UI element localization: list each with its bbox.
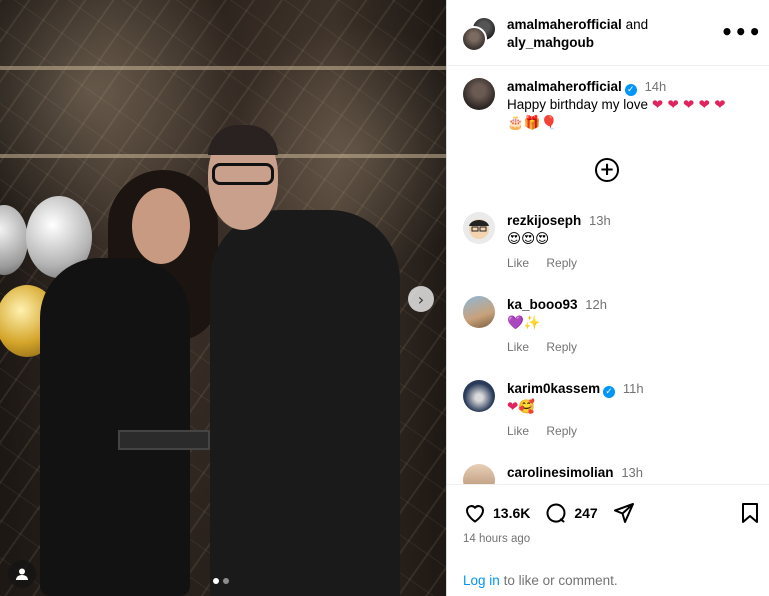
hearts-emoji: ❤ ❤ ❤ ❤ ❤	[651, 97, 726, 113]
comment-time[interactable]: 12h	[585, 297, 607, 312]
comment-username[interactable]: rezkijoseph	[507, 213, 581, 228]
avatar[interactable]	[463, 78, 495, 110]
avatar[interactable]	[463, 212, 495, 244]
next-photo-button[interactable]: ›	[408, 286, 434, 312]
comment-text: 💜✨	[507, 315, 541, 331]
shelf	[0, 66, 446, 70]
glasses	[212, 163, 274, 185]
post-photo[interactable]: ›	[0, 0, 446, 596]
share-icon[interactable]	[612, 501, 636, 525]
post-actions-bar: 13.6K 247 14 hours ago Log in to like or…	[447, 484, 769, 596]
woman-figure	[40, 258, 190, 596]
comment-time[interactable]: 13h	[589, 213, 611, 228]
user-icon	[16, 568, 28, 580]
belt	[118, 430, 210, 450]
carousel-indicator	[213, 578, 229, 584]
author-avatars[interactable]	[461, 16, 497, 52]
comment-icon[interactable]	[544, 501, 568, 525]
comment-text: 😍😍😍	[507, 231, 550, 247]
reply-button[interactable]: Reply	[546, 256, 577, 270]
comment-time[interactable]: 13h	[621, 465, 643, 480]
author-names: amalmaherofficial and aly_mahgoub	[507, 16, 648, 52]
like-comment-button[interactable]: Like	[507, 256, 529, 270]
avatar[interactable]	[463, 296, 495, 328]
carousel-dot-active	[213, 578, 219, 584]
carousel-dot	[223, 578, 229, 584]
woman-face	[132, 188, 190, 264]
comment-username[interactable]: karim0kassem	[507, 381, 600, 396]
man-figure	[210, 210, 400, 596]
comment-actions: Like Reply	[507, 256, 591, 270]
more-options-icon[interactable]: •••	[721, 20, 762, 44]
load-more-comments-button[interactable]: +	[595, 158, 619, 182]
cartoon-face-icon	[469, 219, 489, 239]
author-link[interactable]: amalmaherofficial	[507, 17, 622, 32]
likes-count[interactable]: 13.6K	[493, 505, 530, 521]
login-prompt-text: to like or comment.	[503, 573, 618, 588]
author-link[interactable]: aly_mahgoub	[507, 35, 594, 50]
comments-list[interactable]: amalmaherofficial ✓ 14h Happy birthday my…	[447, 66, 769, 484]
avatar[interactable]	[463, 380, 495, 412]
verified-icon: ✓	[624, 84, 637, 96]
avatar[interactable]	[463, 464, 495, 484]
caption-time[interactable]: 14h	[645, 79, 667, 94]
comment-actions: Like Reply	[507, 424, 591, 438]
login-prompt: Log in to like or comment.	[463, 573, 618, 588]
comment-actions: Like Reply	[507, 340, 591, 354]
comment-time[interactable]: 11h	[623, 381, 644, 396]
post-header: amalmaherofficial and aly_mahgoub •••	[447, 0, 769, 66]
party-emojis: 🎂🎁🎈	[507, 115, 558, 131]
like-comment-button[interactable]: Like	[507, 424, 529, 438]
login-link[interactable]: Log in	[463, 573, 500, 588]
like-comment-button[interactable]: Like	[507, 340, 529, 354]
reply-button[interactable]: Reply	[546, 424, 577, 438]
reply-button[interactable]: Reply	[546, 340, 577, 354]
caption-username[interactable]: amalmaherofficial	[507, 79, 622, 94]
engagement-stats: 13.6K 247	[463, 501, 642, 525]
caption-text: Happy birthday my love	[507, 97, 649, 112]
avatar[interactable]	[461, 26, 487, 52]
tagged-users-button[interactable]	[8, 560, 36, 588]
verified-icon: ✓	[603, 386, 616, 398]
plus-circle-icon: +	[599, 159, 615, 180]
and-text: and	[625, 17, 649, 32]
heart-icon[interactable]	[463, 501, 487, 525]
comment-text: ❤🥰	[507, 399, 536, 415]
comments-count[interactable]: 247	[574, 505, 597, 521]
comment-username[interactable]: carolinesimolian	[507, 465, 614, 480]
chevron-right-icon: ›	[417, 289, 425, 309]
comment-username[interactable]: ka_booo93	[507, 297, 578, 312]
post-timestamp[interactable]: 14 hours ago	[463, 533, 530, 545]
bookmark-icon[interactable]	[738, 501, 762, 525]
post-details-panel: amalmaherofficial and aly_mahgoub ••• am…	[446, 0, 769, 596]
